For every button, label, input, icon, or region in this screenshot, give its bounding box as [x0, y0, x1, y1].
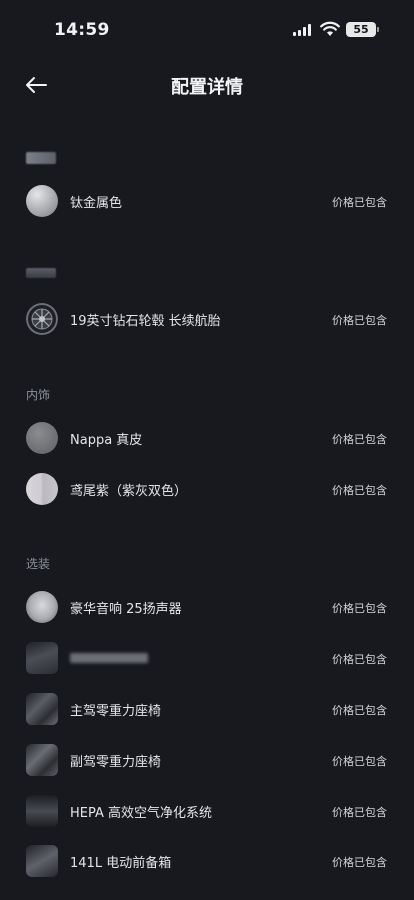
seat-icon	[26, 693, 58, 725]
interior-color-swatch-icon	[26, 473, 58, 505]
leather-row[interactable]: Nappa 真皮 价格已包含	[0, 415, 414, 461]
wifi-icon	[320, 21, 340, 36]
page-title: 配置详情	[171, 77, 243, 98]
audio-row[interactable]: 豪华音响 25扬声器 价格已包含	[0, 584, 414, 630]
battery-level: 55	[353, 23, 369, 36]
frunk-row[interactable]: 141L 电动前备箱 价格已包含	[0, 838, 414, 884]
option-row-blurred[interactable]: 价格已包含	[0, 635, 414, 681]
cellular-signal-icon	[293, 24, 313, 36]
item-label: Nappa 真皮	[70, 433, 143, 448]
accessory-icon	[26, 642, 58, 674]
exterior-section-icon	[26, 152, 56, 164]
app-screen: 14:59 55 配置详情 钛金属色 价格已包含 19英寸钻石轮毂 长续航胎 价…	[0, 0, 414, 900]
wheels-row[interactable]: 19英寸钻石轮毂 长续航胎 价格已包含	[0, 296, 414, 342]
item-price: 价格已包含	[332, 433, 387, 446]
air-filter-row[interactable]: HEPA 高效空气净化系统 价格已包含	[0, 788, 414, 834]
battery-icon: 55	[346, 22, 379, 37]
status-time: 14:59	[54, 20, 110, 40]
item-label: 钛金属色	[70, 196, 123, 211]
color-swatch-titanium-icon	[26, 185, 58, 217]
item-price: 价格已包含	[332, 484, 387, 497]
item-price: 价格已包含	[332, 806, 387, 819]
status-bar: 14:59 55	[0, 0, 414, 60]
leather-swatch-icon	[26, 422, 58, 454]
item-price: 价格已包含	[332, 755, 387, 768]
driver-seat-row[interactable]: 主驾零重力座椅 价格已包含	[0, 686, 414, 732]
passenger-seat-row[interactable]: 副驾零重力座椅 价格已包含	[0, 737, 414, 783]
exterior-color-row[interactable]: 钛金属色 价格已包含	[0, 178, 414, 224]
item-price: 价格已包含	[332, 653, 387, 666]
item-label	[70, 653, 148, 663]
item-price: 价格已包含	[332, 704, 387, 717]
interior-color-row[interactable]: 鸢尾紫（紫灰双色） 价格已包含	[0, 466, 414, 512]
item-price: 价格已包含	[332, 196, 387, 209]
item-label: 主驾零重力座椅	[70, 704, 162, 719]
item-label: HEPA 高效空气净化系统	[70, 806, 213, 821]
section-label-interior: 内饰	[26, 388, 51, 402]
section-label-options: 选装	[26, 557, 51, 571]
item-label: 鸢尾紫（紫灰双色）	[70, 484, 188, 499]
item-price: 价格已包含	[332, 856, 387, 869]
item-price: 价格已包含	[332, 314, 387, 327]
item-label: 19英寸钻石轮毂 长续航胎	[70, 314, 221, 329]
item-label: 141L 电动前备箱	[70, 856, 172, 871]
frunk-icon	[26, 845, 58, 877]
air-filter-icon	[26, 795, 58, 827]
item-label: 副驾零重力座椅	[70, 755, 162, 770]
wheels-section-icon	[26, 268, 56, 278]
speaker-icon	[26, 591, 58, 623]
nav-bar: 配置详情	[0, 60, 414, 110]
wheel-icon	[26, 303, 58, 335]
seat-icon	[26, 744, 58, 776]
item-label: 豪华音响 25扬声器	[70, 602, 182, 617]
item-price: 价格已包含	[332, 602, 387, 615]
